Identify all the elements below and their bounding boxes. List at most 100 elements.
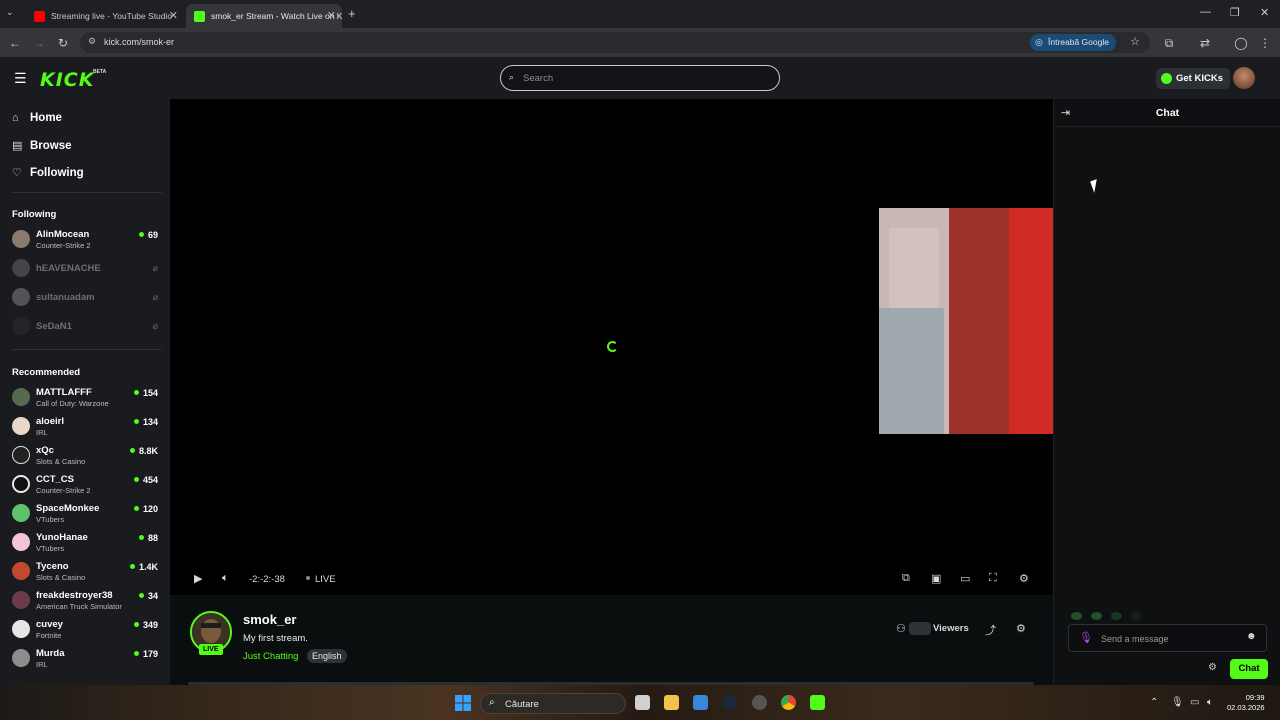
file-explorer-icon[interactable] [664, 695, 679, 710]
viewer-count: 1.4K [130, 562, 158, 572]
taskbar-search-label: Căutare [505, 699, 539, 710]
send-chat-button[interactable]: Chat [1230, 659, 1268, 679]
close-tab-icon[interactable]: ✕ [327, 9, 336, 22]
channel-item[interactable]: AlinMocean Counter-Strike 2 69 [12, 227, 162, 255]
task-view-icon[interactable] [635, 695, 650, 710]
profile-icon[interactable]: ◯ [1232, 34, 1250, 52]
channel-item[interactable]: sultanuadam ⌀ [12, 285, 162, 313]
hamburger-menu-icon[interactable]: ☰ [14, 70, 27, 87]
search-icon: ⌕ [489, 697, 495, 708]
channel-item[interactable]: cuvey Fortnite 349 [12, 617, 162, 645]
play-icon[interactable]: ▶ [194, 572, 202, 585]
menu-kebab-icon[interactable]: ⋮ [1256, 34, 1274, 52]
microphone-icon[interactable]: 🎙︎ [1079, 631, 1093, 644]
mini-player-icon[interactable]: ⧉ [902, 572, 910, 585]
windows-start-icon[interactable] [455, 695, 471, 711]
channel-item[interactable]: SpaceMonkee VTubers 120 [12, 501, 162, 529]
channel-item[interactable]: MATTLAFFF Call of Duty: Warzone 154 [12, 385, 162, 413]
microphone-tray-icon[interactable]: 🎙︎ [1171, 697, 1184, 708]
chrome-icon[interactable] [781, 695, 796, 710]
sidebar-item-browse[interactable]: ▤ Browse [12, 139, 72, 152]
avatar [12, 388, 30, 406]
tab-list-chevron-icon[interactable]: ⌄ [6, 7, 14, 18]
viewer-count: 8.8K [130, 446, 158, 456]
loading-spinner-icon [607, 341, 618, 352]
emote-icon[interactable] [1131, 612, 1142, 620]
kick-app-icon[interactable] [810, 695, 825, 710]
network-icon[interactable]: ▭ [1190, 697, 1199, 708]
store-icon[interactable] [693, 695, 708, 710]
taskbar-clock[interactable]: 09:39 02.03.2026 [1227, 693, 1265, 713]
site-info-icon[interactable]: ⚙ [88, 36, 96, 47]
search-icon: ⌕ [509, 72, 515, 82]
channel-item[interactable]: CCT_CS Counter-Strike 2 454 [12, 472, 162, 500]
clock-time: 09:39 [1245, 693, 1265, 702]
channel-name: hEAVENACHE [36, 263, 101, 274]
chat-title: Chat [1155, 107, 1180, 119]
search-input[interactable]: ⌕ Search [500, 65, 780, 91]
emote-icon[interactable] [1091, 612, 1102, 620]
forward-icon[interactable]: → [30, 34, 48, 52]
settings-gear-icon[interactable]: ⚙ [1019, 572, 1029, 585]
kicks-coin-icon [1161, 73, 1172, 84]
chat-message-input[interactable]: 🎙︎ Send a message ☻ [1068, 624, 1267, 652]
channel-item[interactable]: Tyceno Slots & Casino 1.4K [12, 559, 162, 587]
channel-item[interactable]: xQc Slots & Casino 8.8K [12, 443, 162, 471]
channel-item[interactable]: hEAVENACHE ⌀ [12, 256, 162, 284]
player-timecode: -2:-2:-38 [249, 574, 285, 585]
bookmark-star-icon[interactable]: ☆ [1130, 35, 1140, 48]
fullscreen-icon[interactable]: ⛶ [989, 572, 997, 585]
browser-toolbar: ← → ↻ ⚙ kick.com/smok-er ◎ Întreabă Goog… [0, 28, 1280, 57]
close-window-icon[interactable]: ✕ [1260, 6, 1269, 19]
live-indicator[interactable]: LIVE [306, 574, 336, 585]
reload-icon[interactable]: ↻ [54, 34, 72, 52]
language-tag[interactable]: English [307, 649, 347, 663]
channel-item[interactable]: Murda IRL 179 [12, 646, 162, 674]
volume-icon[interactable]: 🔈︎ [222, 572, 229, 585]
kick-favicon-icon [194, 10, 205, 22]
emoji-picker-icon[interactable]: ☻ [1246, 631, 1257, 642]
avatar [12, 475, 30, 493]
ask-google-button[interactable]: ◎ Întreabă Google [1030, 34, 1116, 51]
stream-category-link[interactable]: Just Chatting [243, 651, 298, 662]
obs-icon[interactable] [752, 695, 767, 710]
channel-category: Slots & Casino [36, 573, 86, 582]
taskbar-search[interactable]: ⌕ Căutare [480, 693, 626, 714]
volume-tray-icon[interactable]: 🔈︎ [1207, 697, 1213, 708]
plus-icon[interactable]: + [348, 6, 356, 21]
extensions-icon[interactable]: ⧉ [1160, 34, 1178, 52]
user-avatar[interactable] [1233, 67, 1255, 89]
channel-item[interactable]: SeDaN1 ⌀ [12, 314, 162, 342]
nav-label: Home [30, 112, 62, 124]
get-kicks-button[interactable]: Get KICKs [1156, 68, 1230, 89]
streamer-name[interactable]: smok_er [243, 612, 296, 627]
emote-icon[interactable] [1071, 612, 1082, 620]
sidebar: ⌂ Home ▤ Browse ♡ Following Following AlinM… [0, 99, 170, 685]
youtube-favicon-icon [34, 10, 45, 22]
following-section-title: Following [12, 209, 57, 220]
minimize-icon[interactable]: — [1200, 6, 1211, 18]
close-tab-icon[interactable]: ✕ [169, 9, 178, 22]
channel-item[interactable]: YunoHanae VTubers 88 [12, 530, 162, 558]
channel-category: Counter-Strike 2 [36, 486, 91, 495]
live-badge: LIVE [199, 644, 223, 655]
address-bar[interactable]: ⚙ kick.com/smok-er ◎ Întreabă Google ☆ [80, 32, 1150, 53]
channel-item[interactable]: aloeirl IRL 134 [12, 414, 162, 442]
translate-icon[interactable]: ⇄ [1196, 34, 1214, 52]
tab-youtube-studio[interactable]: Streaming live - YouTube Studio ✕ [26, 4, 184, 28]
steam-icon[interactable] [722, 695, 737, 710]
tray-chevron-icon[interactable]: ⌃ [1150, 697, 1158, 708]
kick-logo[interactable]: KICK [40, 69, 94, 91]
sidebar-item-following[interactable]: ♡ Following [12, 166, 84, 179]
tab-kick[interactable]: smok_er Stream - Watch Live on Kick ✕ [186, 4, 342, 28]
sidebar-item-home[interactable]: ⌂ Home [12, 112, 62, 124]
restore-icon[interactable]: ❐ [1230, 6, 1240, 19]
share-icon[interactable]: ⤴ [985, 622, 996, 638]
clip-icon[interactable]: ▣ [931, 572, 941, 585]
chat-settings-icon[interactable]: ⚙ [1208, 662, 1217, 673]
channel-item[interactable]: freakdestroyer38 American Truck Simulator… [12, 588, 162, 616]
user-settings-icon[interactable]: ⚙ [1016, 622, 1026, 635]
theater-mode-icon[interactable]: ▭ [960, 572, 970, 585]
back-icon[interactable]: ← [6, 34, 24, 52]
emote-icon[interactable] [1111, 612, 1122, 620]
